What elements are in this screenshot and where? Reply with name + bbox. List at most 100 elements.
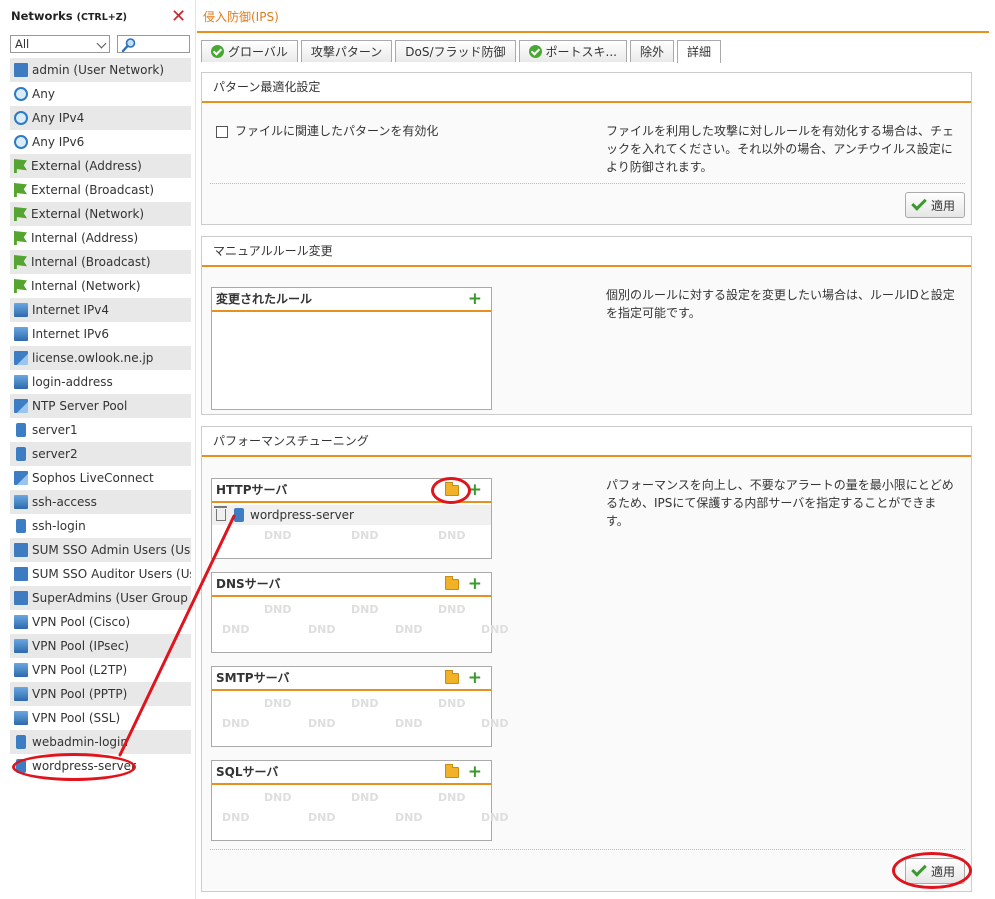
check-icon [528,45,542,58]
manual-rules-panel: マニュアルルール変更 変更されたルール + 個別のルールに対する設定を変更したい… [201,236,972,415]
tab-label: ポートスキ... [545,44,617,59]
network-label: server2 [32,447,78,461]
network-list-item[interactable]: SUM SSO Admin Users (User [10,538,191,562]
network-list-item[interactable]: Any IPv6 [10,130,191,154]
network-list-item[interactable]: Any IPv4 [10,106,191,130]
box-title: HTTPサーバ + [212,479,491,503]
network-icon [14,663,28,677]
folder-icon[interactable] [445,576,459,590]
network-list-item[interactable]: Sophos LiveConnect [10,466,191,490]
plus-icon[interactable]: + [468,289,482,309]
network-list-item[interactable]: VPN Pool (L2TP) [10,658,191,682]
network-list-item[interactable]: server2 [10,442,191,466]
folder-icon[interactable] [445,670,459,684]
panel-title-text: Networks [11,9,73,23]
tab-label: 詳細 [687,45,712,59]
network-list-item[interactable]: Internal (Network) [10,274,191,298]
network-label: license.owlook.ne.jp [32,351,154,365]
description-line: 個別のルールに対する設定を変更したい場合は、ルールIDと設定 [606,288,955,302]
tab-attack-patterns[interactable]: 攻撃パターン [300,40,393,62]
network-list-item[interactable]: VPN Pool (SSL) [10,706,191,730]
plus-icon[interactable]: + [468,480,482,500]
entry-label: wordpress-server [250,508,354,522]
network-label: VPN Pool (Cisco) [32,615,131,629]
dnd-placeholder: DND [264,791,292,804]
network-list-item[interactable]: admin (User Network) [10,58,191,82]
dnd-placeholder: DND [351,791,379,804]
trash-icon[interactable] [214,506,227,521]
network-list-item[interactable]: External (Address) [10,154,191,178]
search-input[interactable] [117,35,190,53]
network-label: NTP Server Pool [32,399,128,413]
network-list-item[interactable]: ssh-access [10,490,191,514]
networks-panel: Networks (CTRL+Z) ✕ All admin (User Netw… [0,0,196,899]
network-icon [14,495,28,509]
box-title-text: DNSサーバ [216,577,281,591]
modified-rules-box: 変更されたルール + [211,287,492,410]
apply-button[interactable]: 適用 [905,858,965,884]
network-list-item[interactable]: VPN Pool (Cisco) [10,610,191,634]
network-list-item[interactable]: server1 [10,418,191,442]
network-label: Internet IPv4 [32,303,109,317]
plus-icon[interactable]: + [468,668,482,688]
network-list-item[interactable]: wordpress-server [10,754,191,778]
check-icon [911,861,927,877]
folder-icon[interactable] [445,482,459,496]
network-list-item[interactable]: VPN Pool (PPTP) [10,682,191,706]
description-line: より防御されます。 [606,160,713,174]
description-line: パフォーマンスを向上し、不要なアラートの量を最小限にとどめ [606,478,954,492]
box-title-text: SQLサーバ [216,765,279,779]
chevron-down-icon [96,38,107,49]
dnd-placeholder: DND [264,697,292,710]
folder-icon[interactable] [445,764,459,778]
list-item[interactable]: wordpress-server [212,505,491,525]
network-label: Internal (Network) [31,279,141,293]
section-description: パフォーマンスを向上し、不要なアラートの量を最小限にとどめ るため、IPSにて保… [606,476,966,530]
network-label: webadmin-login [32,735,128,749]
network-list-item[interactable]: SUM SSO Auditor Users (User [10,562,191,586]
filter-dropdown[interactable]: All [10,35,110,53]
dnd-placeholder: DND [308,717,336,730]
network-list-item[interactable]: ssh-login [10,514,191,538]
network-list-item[interactable]: Internal (Address) [10,226,191,250]
network-list-item[interactable]: External (Broadcast) [10,178,191,202]
network-list-item[interactable]: Internal (Broadcast) [10,250,191,274]
tab-label: DoS/フラッド防御 [405,44,506,59]
network-list-item[interactable]: Internet IPv6 [10,322,191,346]
network-list-item[interactable]: NTP Server Pool [10,394,191,418]
network-label: Internal (Address) [31,231,139,245]
dnd-placeholder: DND [308,623,336,636]
network-list-item[interactable]: VPN Pool (IPsec) [10,634,191,658]
network-list-item[interactable]: login-address [10,370,191,394]
tab-exceptions[interactable]: 除外 [630,40,675,62]
network-label: SUM SSO Auditor Users (User [32,567,191,581]
section-description: ファイルを利用した攻撃に対しルールを有効化する場合は、チェ ックを入れてください… [606,122,966,176]
network-list-item[interactable]: webadmin-login [10,730,191,754]
pattern-optimization-panel: パターン最適化設定 ファイルに関連したパターンを有効化 ファイルを利用した攻撃に… [201,72,972,225]
host-icon [234,508,244,522]
description-line: す。 [606,514,629,528]
network-label: wordpress-server [32,759,136,773]
network-label: ssh-login [32,519,86,533]
network-list-item[interactable]: External (Network) [10,202,191,226]
network-list-item[interactable]: Any [10,82,191,106]
box-title-text: SMTPサーバ [216,671,290,685]
tab-dos-flood[interactable]: DoS/フラッド防御 [395,40,516,62]
network-list-item[interactable]: Internet IPv4 [10,298,191,322]
dnd-placeholder: DND [351,529,379,542]
close-icon[interactable]: ✕ [171,6,186,27]
section-description: 個別のルールに対する設定を変更したい場合は、ルールIDと設定 を指定可能です。 [606,286,966,322]
plus-icon[interactable]: + [468,574,482,594]
tab-global[interactable]: グローバル [201,40,298,62]
network-list-item[interactable]: SuperAdmins (User Group Net [10,586,191,610]
network-icon [14,375,28,389]
file-patterns-checkbox[interactable] [216,126,228,138]
tab-advanced[interactable]: 詳細 [677,40,722,63]
apply-button[interactable]: 適用 [905,192,965,218]
plus-icon[interactable]: + [468,762,482,782]
network-list-item[interactable]: license.owlook.ne.jp [10,346,191,370]
network-label: Sophos LiveConnect [32,471,154,485]
box-title: 変更されたルール + [212,288,491,312]
tab-portscan[interactable]: ポートスキ... [518,40,627,62]
network-label: VPN Pool (SSL) [32,711,121,725]
